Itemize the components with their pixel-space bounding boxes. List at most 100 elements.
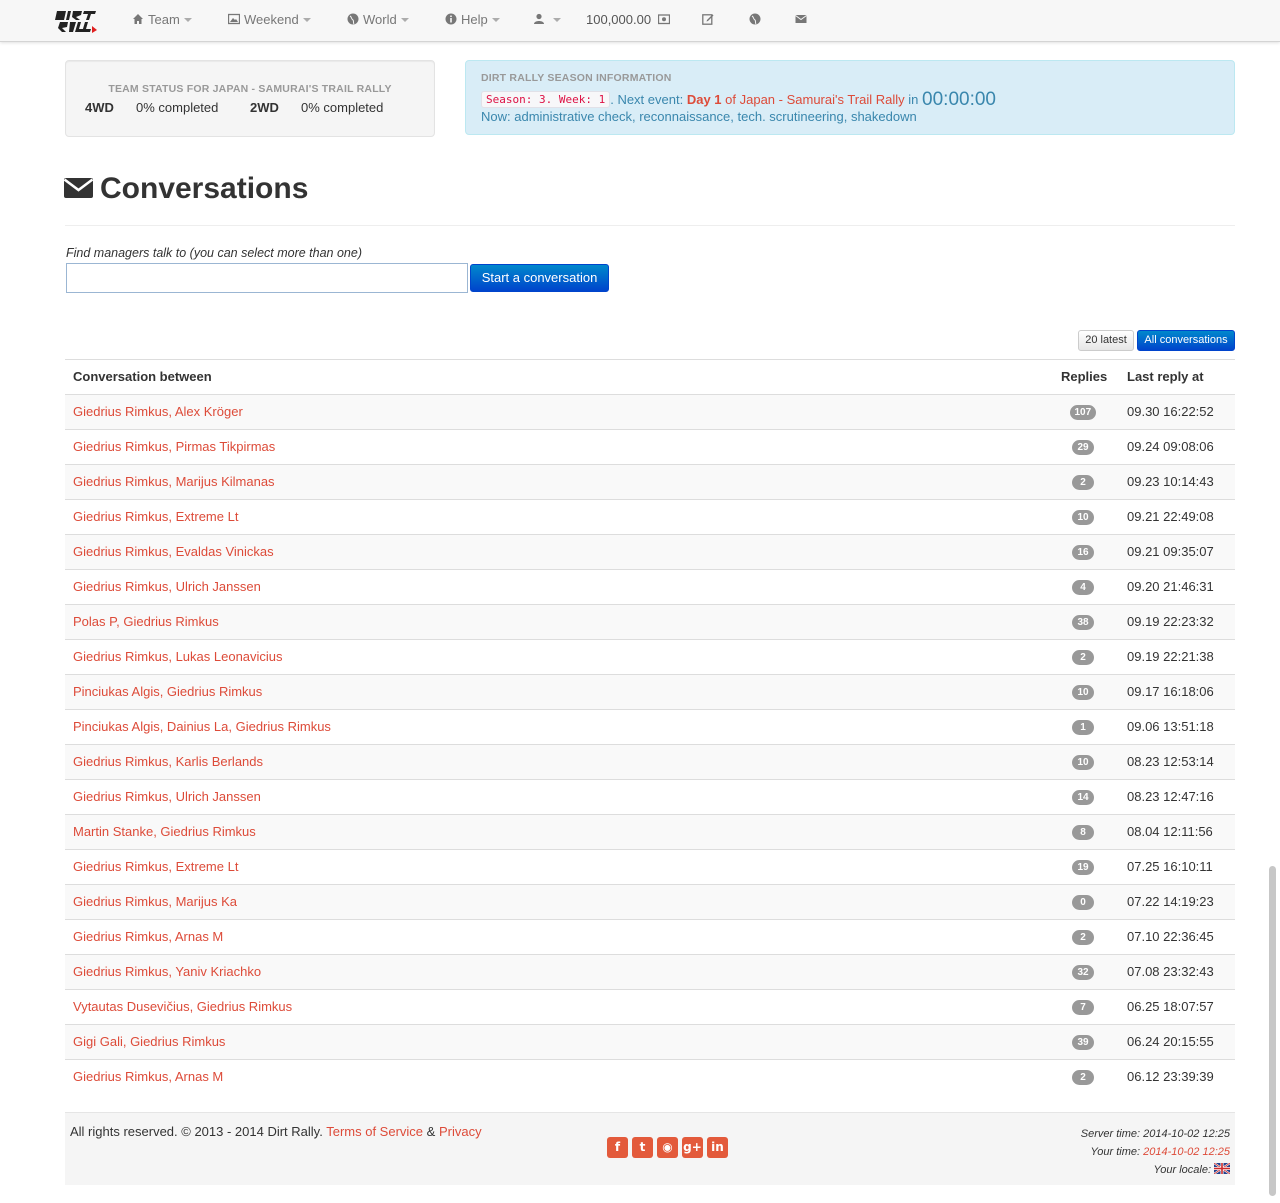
conversation-link[interactable]: Giedrius Rimkus, Extreme Lt [73, 850, 238, 884]
reply-count-badge: 2 [1072, 650, 1094, 665]
current-activities: Now: administrative check, reconnaissanc… [481, 109, 917, 124]
last-reply-time: 09.19 22:23:32 [1127, 614, 1214, 629]
nav-money[interactable]: 100,000.00 [586, 0, 674, 40]
server-time: 2014-10-02 12:25 [1143, 1128, 1230, 1140]
conversation-link[interactable]: Pinciukas Algis, Dainius La, Giedrius Ri… [73, 710, 331, 744]
conversation-link[interactable]: Giedrius Rimkus, Lukas Leonavicius [73, 640, 283, 674]
start-conversation-button[interactable]: Start a conversation [470, 264, 609, 292]
dirt-rally-logo[interactable] [54, 8, 98, 34]
conversation-link[interactable]: Giedrius Rimkus, Yaniv Kriachko [73, 955, 261, 989]
last-reply-time: 09.20 21:46:31 [1127, 579, 1214, 594]
facebook-icon[interactable]: f [607, 1137, 628, 1158]
conversation-link[interactable]: Giedrius Rimkus, Marijus Kilmanas [73, 465, 275, 499]
conversation-list: Giedrius Rimkus, Alex Kröger 107 09.30 16:… [65, 394, 1235, 1094]
money-balance: 100,000.00 [586, 12, 652, 27]
server-time-label: Server time: [1080, 1128, 1141, 1140]
nav-world-label: World [363, 12, 397, 27]
footer-times: Server time: 2014-10-02 12:25 Your time:… [1081, 1125, 1230, 1179]
nav-compose[interactable] [702, 0, 718, 40]
conversation-link[interactable]: Vytautas Dusevičius, Giedrius Rimkus [73, 990, 292, 1024]
reply-count-badge: 2 [1072, 930, 1094, 945]
last-reply-time: 09.23 10:14:43 [1127, 474, 1214, 489]
conversation-link[interactable]: Giedrius Rimkus, Marijus Ka [73, 885, 237, 919]
page-scrollbar[interactable] [1269, 866, 1276, 1196]
last-reply-time: 08.23 12:47:16 [1127, 789, 1214, 804]
table-row: Gigi Gali, Giedrius Rimkus 39 06.24 20:15:… [65, 1024, 1235, 1059]
table-row: Giedrius Rimkus, Ulrich Janssen 4 09.20 21… [65, 569, 1235, 604]
conversation-link[interactable]: Gigi Gali, Giedrius Rimkus [73, 1025, 225, 1059]
column-header-between: Conversation between [73, 369, 212, 384]
last-reply-time: 06.24 20:15:55 [1127, 1034, 1214, 1049]
last-reply-time: 09.21 22:49:08 [1127, 509, 1214, 524]
last-reply-time: 06.25 18:07:57 [1127, 999, 1214, 1014]
picture-icon [228, 13, 240, 25]
conversation-link[interactable]: Giedrius Rimkus, Ulrich Janssen [73, 570, 261, 604]
privacy-link[interactable]: Privacy [439, 1124, 482, 1139]
globe-icon [749, 13, 761, 25]
page-title-text: Conversations [100, 172, 309, 205]
info-icon [445, 13, 457, 25]
reply-count-badge: 4 [1072, 580, 1094, 595]
uk-flag-icon[interactable] [1214, 1163, 1230, 1174]
nav-weekend[interactable]: Weekend [228, 0, 311, 40]
envelope-icon [795, 15, 807, 23]
conversation-link[interactable]: Giedrius Rimkus, Arnas M [73, 920, 223, 954]
reply-count-badge: 2 [1072, 1070, 1094, 1085]
home-icon [133, 14, 143, 24]
conversation-link[interactable]: Polas P, Giedrius Rimkus [73, 605, 219, 639]
event-in-text: in [908, 92, 919, 107]
nav-world[interactable]: World [347, 0, 409, 40]
table-row: Giedrius Rimkus, Extreme Lt 10 09.21 22:49… [65, 499, 1235, 534]
conversation-link[interactable]: Martin Stanke, Giedrius Rimkus [73, 815, 256, 849]
table-row: Giedrius Rimkus, Evaldas Vinickas 16 09.21… [65, 534, 1235, 569]
top-navbar: Team Weekend World Help 100,000.00 [0, 0, 1280, 42]
manager-search-input[interactable] [66, 263, 468, 293]
your-time-label: Your time: [1090, 1146, 1141, 1158]
envelope-icon [63, 178, 94, 198]
conversation-link[interactable]: Giedrius Rimkus, Arnas M [73, 1060, 223, 1094]
event-day: Day 1 [686, 92, 722, 107]
conversation-link[interactable]: Giedrius Rimkus, Alex Kröger [73, 395, 243, 429]
twitter-icon[interactable]: t [632, 1137, 653, 1158]
drive-2wd-progress: 0% completed [301, 100, 384, 115]
column-header-replies: Replies [1061, 369, 1108, 384]
latest-filter-button[interactable]: 20 latest [1078, 330, 1134, 351]
nav-team[interactable]: Team [132, 0, 192, 40]
nav-help[interactable]: Help [445, 0, 500, 40]
globe-icon [347, 13, 359, 25]
reply-count-badge: 38 [1072, 615, 1094, 630]
nav-globe[interactable] [749, 0, 765, 40]
season-info-line: Season: 3. Week: 1. Next event: Day 1 of… [481, 89, 996, 111]
conversation-link[interactable]: Giedrius Rimkus, Evaldas Vinickas [73, 535, 274, 569]
reply-count-badge: 10 [1072, 510, 1094, 525]
github-icon[interactable]: ◉ [657, 1137, 678, 1158]
google-plus-icon[interactable]: g+ [682, 1137, 703, 1158]
conversation-link[interactable]: Giedrius Rimkus, Extreme Lt [73, 500, 238, 534]
last-reply-time: 07.22 14:19:23 [1127, 894, 1214, 909]
conversation-link[interactable]: Giedrius Rimkus, Karlis Berlands [73, 745, 263, 779]
event-countdown: 00:00:00 [922, 89, 996, 110]
last-reply-time: 09.30 16:22:52 [1127, 404, 1214, 419]
terms-link[interactable]: Terms of Service [326, 1124, 423, 1139]
last-reply-time: 08.23 12:53:14 [1127, 754, 1214, 769]
reply-count-badge: 39 [1072, 1035, 1094, 1050]
conversation-link[interactable]: Giedrius Rimkus, Pirmas Tikpirmas [73, 430, 275, 464]
last-reply-time: 09.06 13:51:18 [1127, 719, 1214, 734]
linkedin-icon[interactable]: in [707, 1137, 728, 1158]
conversation-link[interactable]: Pinciukas Algis, Giedrius Rimkus [73, 675, 262, 709]
footer: All rights reserved. © 2013 - 2014 Dirt … [65, 1112, 1235, 1185]
chevron-down-icon [553, 18, 561, 22]
nav-messages[interactable] [795, 0, 811, 40]
season-info-title: Dirt Rally season information [481, 72, 672, 84]
table-row: Giedrius Rimkus, Arnas M 2 06.12 23:39:39 [65, 1059, 1235, 1094]
footer-amp: & [426, 1124, 436, 1139]
table-row: Pinciukas Algis, Giedrius Rimkus 10 09.17 … [65, 674, 1235, 709]
table-row: Giedrius Rimkus, Ulrich Janssen 14 08.23 1… [65, 779, 1235, 814]
conversation-link[interactable]: Giedrius Rimkus, Ulrich Janssen [73, 780, 261, 814]
find-managers-label: Find managers talk to (you can select mo… [66, 246, 362, 260]
all-conversations-button[interactable]: All conversations [1137, 330, 1235, 351]
nav-user[interactable] [533, 0, 561, 40]
last-reply-time: 09.21 09:35:07 [1127, 544, 1214, 559]
team-status-panel: Team status for Japan - Samurai's Trail … [65, 60, 435, 137]
reply-count-badge: 8 [1072, 825, 1094, 840]
